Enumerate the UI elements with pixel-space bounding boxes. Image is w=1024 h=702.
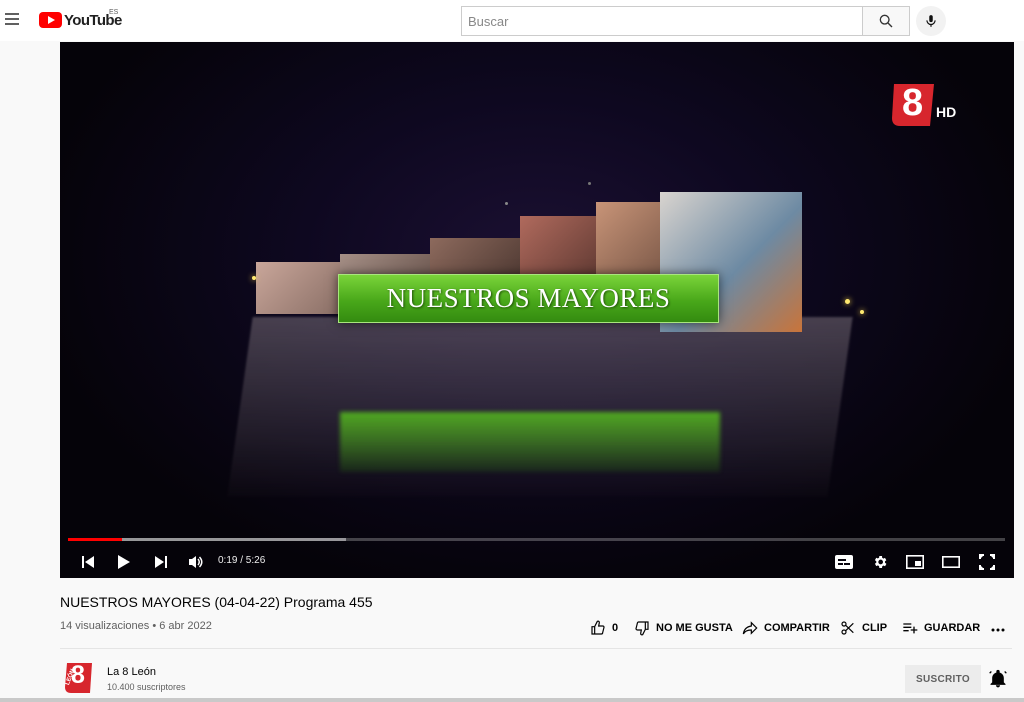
program-title-banner: NUESTROS MAYORES xyxy=(338,274,719,323)
channel-name[interactable]: La 8 León xyxy=(107,666,156,678)
channel-bug-logo: 8 HD xyxy=(890,82,962,126)
sparkle xyxy=(860,310,864,314)
sparkle xyxy=(845,299,850,304)
subscriber-count: 10.400 suscriptores xyxy=(107,682,186,692)
notification-bell-button[interactable] xyxy=(988,669,1008,689)
youtube-play-logo-icon xyxy=(39,12,62,28)
sparkle xyxy=(505,202,508,205)
more-actions-button[interactable] xyxy=(990,620,1012,636)
scrollbar-horizontal[interactable] xyxy=(0,698,1024,702)
subtitles-icon xyxy=(835,555,853,569)
subscribe-button[interactable]: SUSCRITO xyxy=(905,665,981,693)
scissors-icon xyxy=(841,621,854,635)
miniplayer-icon xyxy=(906,555,924,569)
like-count: 0 xyxy=(612,622,619,634)
video-meta: 14 visualizaciones • 6 abr 2022 xyxy=(60,620,212,632)
sparkle xyxy=(588,182,591,185)
clip-button[interactable]: CLIP xyxy=(840,620,887,636)
dislike-button[interactable]: NO ME GUSTA xyxy=(634,620,733,636)
playlist-add-icon xyxy=(903,623,918,634)
like-button[interactable]: 0 xyxy=(590,620,618,636)
share-icon xyxy=(742,621,758,635)
microphone-icon xyxy=(926,15,936,27)
more-horizontal-icon xyxy=(991,628,1005,632)
divider xyxy=(60,648,1012,649)
subtitles-button[interactable] xyxy=(829,547,859,577)
time-display: 0:19 / 5:26 xyxy=(218,555,266,566)
theater-mode-button[interactable] xyxy=(936,547,966,577)
share-button[interactable]: COMPARTIR xyxy=(742,620,830,636)
sparkle xyxy=(252,276,256,280)
progress-played xyxy=(68,538,123,541)
play-button[interactable] xyxy=(109,547,139,577)
save-label: GUARDAR xyxy=(924,622,981,634)
collage-photo xyxy=(256,262,340,314)
thumbs-up-icon xyxy=(591,620,605,635)
video-title: NUESTROS MAYORES (04-04-22) Programa 455 xyxy=(60,594,373,610)
next-icon xyxy=(155,556,167,568)
search-input[interactable] xyxy=(462,7,862,35)
settings-icon xyxy=(874,556,887,568)
fullscreen-icon xyxy=(979,554,995,570)
thumbs-down-icon xyxy=(635,621,649,636)
next-button[interactable] xyxy=(146,547,176,577)
bell-icon xyxy=(989,669,1007,688)
previous-button[interactable] xyxy=(73,547,103,577)
publish-date: 6 abr 2022 xyxy=(159,620,212,632)
voice-search-button[interactable] xyxy=(916,6,946,36)
search-icon xyxy=(879,14,893,28)
theater-icon xyxy=(942,556,960,568)
channel-bug-suffix: HD xyxy=(936,104,957,120)
miniplayer-button[interactable] xyxy=(900,547,930,577)
settings-button[interactable] xyxy=(865,547,895,577)
channel-avatar[interactable]: 8 LEÓN xyxy=(64,661,94,694)
save-button[interactable]: GUARDAR xyxy=(902,620,980,636)
fullscreen-button[interactable] xyxy=(972,547,1002,577)
banner-title: NUESTROS MAYORES xyxy=(386,283,671,313)
country-code: ES xyxy=(109,9,119,16)
view-count: 14 visualizaciones xyxy=(60,620,150,632)
clip-label: CLIP xyxy=(862,622,888,634)
share-label: COMPARTIR xyxy=(764,622,830,634)
previous-icon xyxy=(82,556,94,568)
banner-reflection xyxy=(340,412,720,472)
volume-button[interactable] xyxy=(181,547,211,577)
play-icon xyxy=(118,555,130,569)
meta-separator: • xyxy=(149,620,160,632)
volume-icon xyxy=(189,556,203,568)
search-box xyxy=(461,6,863,36)
progress-bar[interactable] xyxy=(68,538,1005,541)
menu-icon[interactable] xyxy=(5,12,21,26)
channel-bug-number: 8 xyxy=(902,82,924,124)
player-controls: 0:19 / 5:26 xyxy=(60,547,1014,577)
masthead: YouTube ES xyxy=(0,0,1024,41)
dislike-label: NO ME GUSTA xyxy=(656,622,733,634)
video-player[interactable]: NUESTROS MAYORES 8 HD 0:19 / 5:26 xyxy=(60,42,1014,578)
search-button[interactable] xyxy=(862,6,910,36)
